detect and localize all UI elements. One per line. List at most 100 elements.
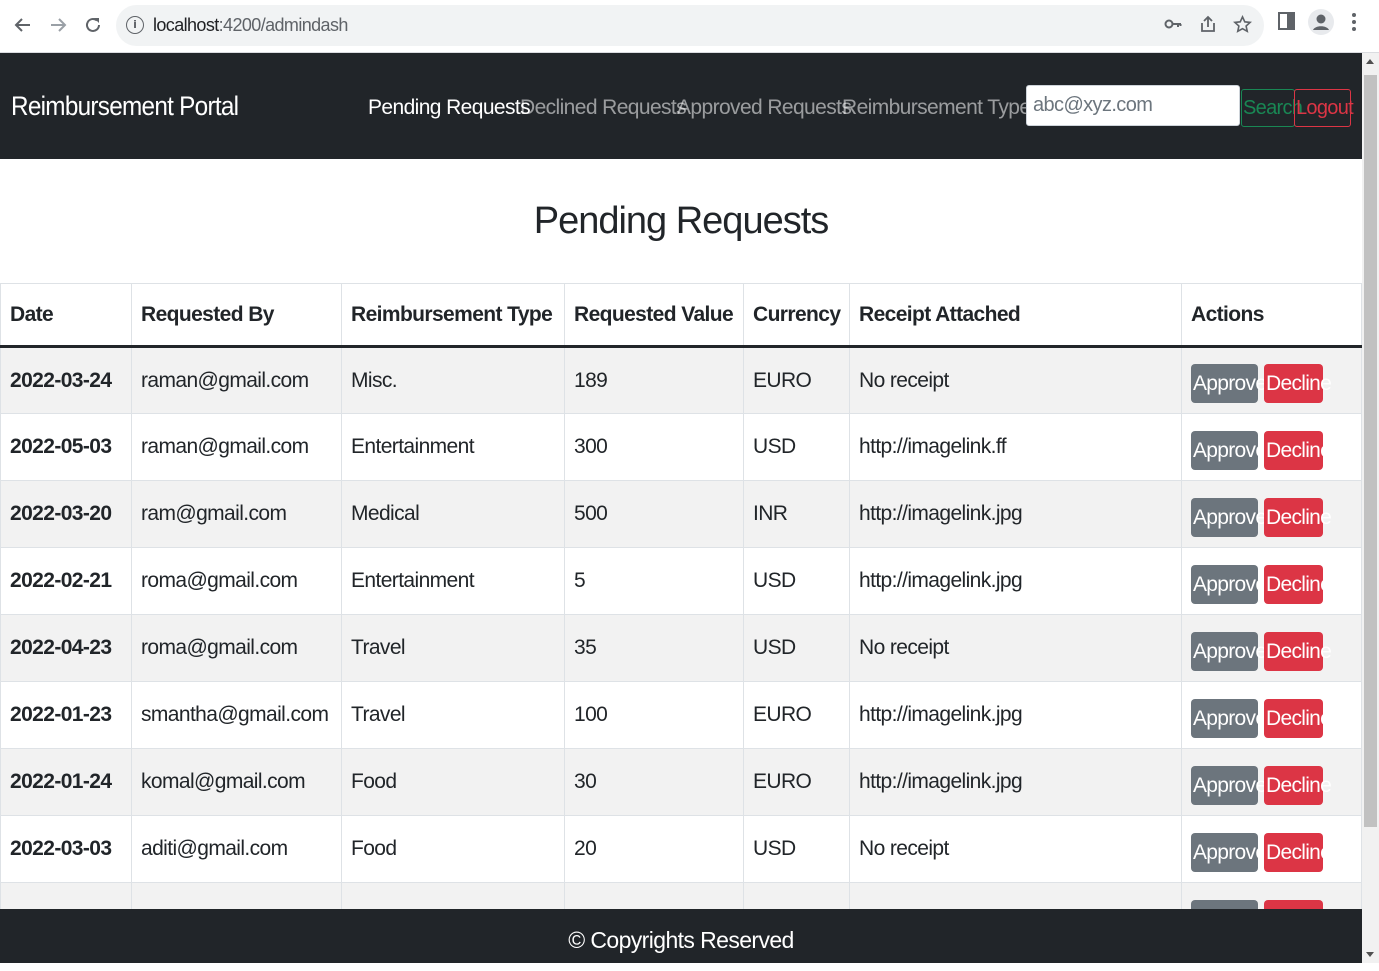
cell-type: Food: [341, 748, 565, 816]
page-scrollbar[interactable]: [1362, 53, 1379, 963]
table-row: 2022-03-24 raman@gmail.com Misc. 189 EUR…: [0, 346, 1362, 414]
table-row: 2022-01-24 komal@gmail.com Food 30 EURO …: [0, 748, 1362, 816]
cell-actions: ApproveDecline: [1181, 547, 1362, 615]
profile-avatar-icon[interactable]: [1308, 9, 1334, 40]
decline-button[interactable]: Decline: [1264, 631, 1332, 671]
cell-type: Medical: [341, 480, 565, 548]
approve-button[interactable]: Approve: [1191, 497, 1267, 537]
cell-type: Food: [341, 815, 565, 883]
decline-button[interactable]: Decline: [1264, 765, 1332, 805]
address-bar[interactable]: i localhost:4200/admindash: [116, 5, 1264, 46]
side-panel-icon[interactable]: [1278, 11, 1296, 36]
approve-button[interactable]: Approve: [1191, 364, 1267, 403]
cell-date: 2022-01-24: [0, 748, 132, 816]
brand-title[interactable]: Reimbursement Portal: [11, 91, 239, 122]
table-header-row: Date Requested By Reimbursement Type Req…: [0, 283, 1362, 348]
site-info-icon[interactable]: i: [126, 16, 144, 34]
cell-value: 5: [564, 547, 744, 615]
cell-receipt: No receipt: [849, 614, 1182, 682]
cell-actions: [1181, 882, 1362, 909]
table-row: 2022-05-03 raman@gmail.com Entertainment…: [0, 413, 1362, 481]
requests-table-container: Date Requested By Reimbursement Type Req…: [0, 283, 1362, 909]
url-text: localhost:4200/admindash: [153, 15, 348, 35]
cell-receipt: [849, 882, 1182, 909]
decline-button[interactable]: Decline: [1264, 497, 1332, 537]
cell-requested-by: [131, 882, 342, 909]
cell-value: 100: [564, 681, 744, 749]
cell-value: 500: [564, 480, 744, 548]
cell-actions: ApproveDecline: [1181, 346, 1362, 414]
approve-button[interactable]: [1191, 899, 1258, 909]
back-arrow-icon[interactable]: [10, 12, 36, 38]
cell-type: Misc.: [341, 346, 565, 414]
scroll-down-arrow-icon[interactable]: [1366, 952, 1374, 957]
share-icon[interactable]: [1199, 15, 1217, 39]
decline-button[interactable]: Decline: [1264, 364, 1332, 403]
approve-button[interactable]: Approve: [1191, 430, 1267, 470]
cell-type: [341, 882, 565, 909]
browser-toolbar: i localhost:4200/admindash: [0, 0, 1379, 53]
cell-requested-by: komal@gmail.com: [131, 748, 342, 816]
key-icon[interactable]: [1164, 15, 1182, 39]
cell-receipt: http://imagelink.jpg: [849, 748, 1182, 816]
approve-button[interactable]: Approve: [1191, 832, 1267, 872]
cell-actions: ApproveDecline: [1181, 413, 1362, 481]
cell-currency: EURO: [743, 748, 850, 816]
cell-value: 20: [564, 815, 744, 883]
scroll-up-arrow-icon[interactable]: [1366, 59, 1374, 64]
cell-type: Travel: [341, 681, 565, 749]
cell-date: 2022-02-21: [0, 547, 132, 615]
decline-button[interactable]: Decline: [1264, 430, 1332, 470]
decline-button[interactable]: Decline: [1264, 832, 1332, 872]
decline-button[interactable]: Decline: [1264, 698, 1332, 738]
scrollbar-thumb[interactable]: [1364, 75, 1377, 827]
decline-button[interactable]: Decline: [1264, 564, 1332, 604]
cell-date: 2022-03-20: [0, 480, 132, 548]
bookmark-star-icon[interactable]: [1233, 14, 1252, 40]
nav-pending-requests[interactable]: Pending Requests: [368, 96, 531, 120]
approve-button[interactable]: Approve: [1191, 564, 1267, 604]
header-currency: Currency: [743, 283, 850, 348]
cell-type: Entertainment: [341, 413, 565, 481]
cell-actions: ApproveDecline: [1181, 815, 1362, 883]
search-button[interactable]: Search: [1241, 89, 1303, 127]
logout-button[interactable]: Logout: [1294, 89, 1354, 127]
table-row: 2022-03-20 ram@gmail.com Medical 500 INR…: [0, 480, 1362, 548]
cell-requested-by: ram@gmail.com: [131, 480, 342, 548]
header-requested-by: Requested By: [131, 283, 342, 348]
table-row: 2022-03-03 aditi@gmail.com Food 20 USD N…: [0, 815, 1362, 883]
cell-date: 2022-05-03: [0, 413, 132, 481]
table-row: 2022-01-23 smantha@gmail.com Travel 100 …: [0, 681, 1362, 749]
approve-button[interactable]: Approve: [1191, 631, 1267, 671]
approve-button[interactable]: Approve: [1191, 698, 1267, 738]
cell-date: 2022-03-24: [0, 346, 132, 414]
cell-receipt: http://imagelink.ff: [849, 413, 1182, 481]
cell-actions: ApproveDecline: [1181, 681, 1362, 749]
forward-arrow-icon[interactable]: [45, 12, 71, 38]
nav-reimbursement-type-label: Reimbursement Type: [842, 96, 1031, 119]
approve-button[interactable]: Approve: [1191, 765, 1267, 805]
cell-currency: USD: [743, 614, 850, 682]
cell-currency: USD: [743, 413, 850, 481]
cell-type: Entertainment: [341, 547, 565, 615]
page-footer: © Copyrights Reserved: [0, 909, 1362, 963]
reload-icon[interactable]: [80, 12, 106, 38]
nav-declined-requests[interactable]: Declined Requests: [520, 96, 687, 120]
cell-requested-by: smantha@gmail.com: [131, 681, 342, 749]
cell-requested-by: roma@gmail.com: [131, 547, 342, 615]
cell-currency: USD: [743, 815, 850, 883]
cell-type: Travel: [341, 614, 565, 682]
cell-receipt: http://imagelink.jpg: [849, 547, 1182, 615]
cell-currency: EURO: [743, 681, 850, 749]
cell-receipt: No receipt: [849, 346, 1182, 414]
cell-value: 300: [564, 413, 744, 481]
cell-currency: USD: [743, 547, 850, 615]
decline-button[interactable]: [1264, 899, 1323, 909]
nav-approved-requests[interactable]: Approved Requests: [677, 96, 852, 120]
search-input[interactable]: [1026, 85, 1240, 126]
cell-date: 2022-01-23: [0, 681, 132, 749]
menu-kebab-icon[interactable]: [1350, 11, 1358, 38]
nav-reimbursement-type-dropdown[interactable]: Reimbursement Type: [842, 96, 1045, 120]
table-row: 2022-02-21 roma@gmail.com Entertainment …: [0, 547, 1362, 615]
header-requested-value: Requested Value: [564, 283, 744, 348]
